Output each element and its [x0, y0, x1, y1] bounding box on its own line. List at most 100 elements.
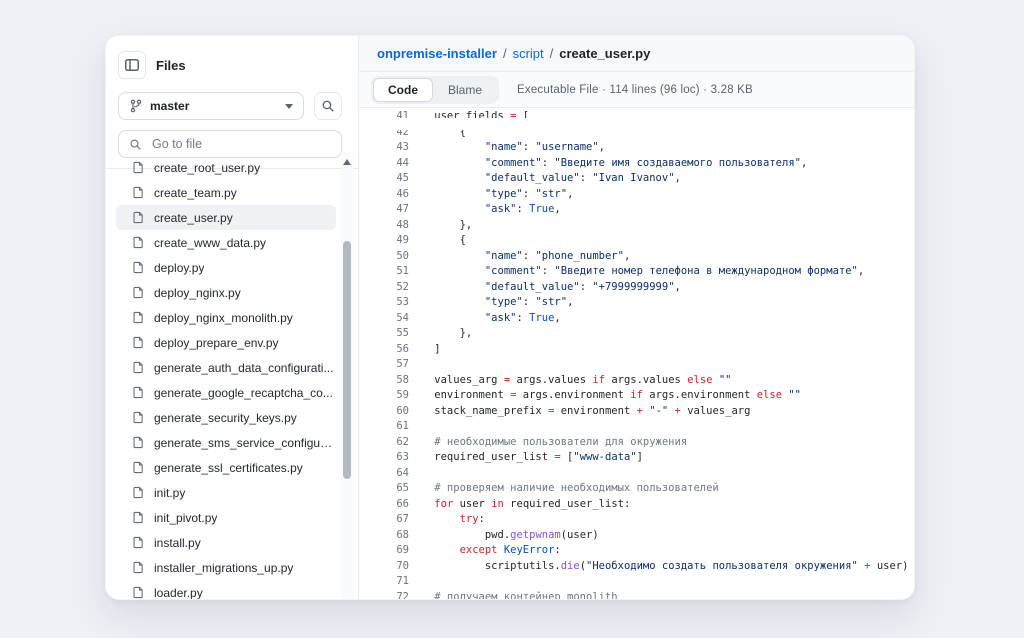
line-number[interactable]: 62 [359, 435, 409, 451]
file-item[interactable]: create_root_user.py [116, 155, 336, 180]
file-icon [132, 485, 145, 500]
breadcrumb-dir-link[interactable]: script [513, 46, 544, 61]
file-item[interactable]: create_www_data.py [116, 230, 336, 255]
repo-file-browser-window: Files master [105, 35, 915, 600]
goto-file-input[interactable] [150, 136, 331, 152]
line-number[interactable]: 52 [359, 280, 409, 296]
file-info: Executable File · 114 lines (96 loc) · 3… [517, 84, 753, 96]
search-icon [129, 138, 142, 151]
file-name: deploy_nginx_monolith.py [154, 311, 293, 325]
line-number[interactable]: 60 [359, 404, 409, 420]
sidebar-header: Files [106, 36, 358, 84]
file-item[interactable]: init.py [116, 480, 336, 505]
line-number[interactable]: 70 [359, 559, 409, 575]
file-item[interactable]: generate_ssl_certificates.py [116, 455, 336, 480]
file-item[interactable]: deploy.py [116, 255, 336, 280]
search-button[interactable] [314, 92, 342, 120]
line-content: "comment": "Введите номер телефона в меж… [409, 264, 864, 280]
code-line: 47 "ask": True, [359, 202, 914, 218]
code-line: 72 # получаем контейнер monolith [359, 590, 914, 600]
line-number[interactable]: 59 [359, 388, 409, 404]
line-content: "name": "username", [409, 140, 605, 156]
code-line: 68 pwd.getpwnam(user) [359, 528, 914, 544]
line-content: # получаем контейнер monolith [409, 590, 618, 600]
line-number[interactable]: 49 [359, 233, 409, 249]
file-item[interactable]: create_team.py [116, 180, 336, 205]
line-number[interactable]: 50 [359, 249, 409, 265]
line-content: environment = args.environment if args.e… [409, 388, 801, 404]
code-line: 55 }, [359, 326, 914, 342]
file-item[interactable]: generate_security_keys.py [116, 405, 336, 430]
line-number[interactable]: 67 [359, 512, 409, 528]
scrollbar-thumb[interactable] [343, 241, 351, 479]
file-item[interactable]: deploy_prepare_env.py [116, 330, 336, 355]
line-number[interactable]: 45 [359, 171, 409, 187]
line-number[interactable]: 58 [359, 373, 409, 389]
file-list-scrollbar[interactable] [341, 152, 353, 599]
breadcrumb-file-name: create_user.py [559, 46, 650, 61]
line-number[interactable]: 47 [359, 202, 409, 218]
file-item[interactable]: generate_google_recaptcha_co... [116, 380, 336, 405]
file-item[interactable]: create_user.py [116, 205, 336, 230]
line-number[interactable]: 46 [359, 187, 409, 203]
line-content: for user in required_user_list: [409, 497, 630, 513]
code-line: 61 [359, 419, 914, 435]
code-line: 65 # проверяем наличие необходимых польз… [359, 481, 914, 497]
file-name: create_www_data.py [154, 236, 266, 250]
tab-blame[interactable]: Blame [433, 78, 497, 102]
code-line: 44 "comment": "Введите имя создаваемого … [359, 156, 914, 172]
line-number[interactable]: 54 [359, 311, 409, 327]
code-line: 48 }, [359, 218, 914, 234]
file-list: create_root_user.pycreate_team.pycreate_… [106, 152, 340, 599]
file-name: deploy_prepare_env.py [154, 336, 279, 350]
chevron-down-icon [285, 104, 293, 109]
line-number[interactable]: 44 [359, 156, 409, 172]
line-number[interactable]: 48 [359, 218, 409, 234]
collapse-sidebar-button[interactable] [118, 51, 146, 79]
breadcrumb-repo-link[interactable]: onpremise-installer [377, 46, 497, 61]
file-item[interactable]: loader.py [116, 580, 336, 599]
file-icon [132, 260, 145, 275]
file-item[interactable]: install.py [116, 530, 336, 555]
file-icon [132, 235, 145, 250]
line-number[interactable]: 69 [359, 543, 409, 559]
line-number[interactable]: 57 [359, 357, 409, 373]
tab-code[interactable]: Code [373, 78, 433, 102]
file-item[interactable]: init_pivot.py [116, 505, 336, 530]
line-content: required_user_list = ["www-data"] [409, 450, 643, 466]
line-number[interactable]: 63 [359, 450, 409, 466]
line-number[interactable]: 72 [359, 590, 409, 600]
branch-name: master [150, 99, 189, 113]
scroll-up-arrow-icon[interactable] [343, 159, 351, 165]
code-line: 64 [359, 466, 914, 482]
file-item[interactable]: generate_sms_service_configura... [116, 430, 336, 455]
line-number[interactable]: 43 [359, 140, 409, 156]
branch-row: master [106, 84, 358, 120]
line-number[interactable]: 55 [359, 326, 409, 342]
code-line: 66 for user in required_user_list: [359, 497, 914, 513]
file-name: generate_ssl_certificates.py [154, 461, 303, 475]
line-number[interactable]: 61 [359, 419, 409, 435]
code-line: 43 "name": "username", [359, 140, 914, 156]
file-item[interactable]: generate_auth_data_configurati... [116, 355, 336, 380]
line-number[interactable]: 53 [359, 295, 409, 311]
file-name: install.py [154, 536, 201, 550]
file-item[interactable]: deploy_nginx.py [116, 280, 336, 305]
code-line: 70 scriptutils.die("Необходимо создать п… [359, 559, 914, 575]
line-number[interactable]: 66 [359, 497, 409, 513]
line-number[interactable]: 68 [359, 528, 409, 544]
line-number[interactable]: 56 [359, 342, 409, 358]
line-number[interactable]: 65 [359, 481, 409, 497]
file-item[interactable]: installer_migrations_up.py [116, 555, 336, 580]
branch-selector[interactable]: master [118, 92, 304, 120]
code-line: 52 "default_value": "+7999999999", [359, 280, 914, 296]
code-line: 49 { [359, 233, 914, 249]
line-number[interactable]: 51 [359, 264, 409, 280]
line-number[interactable]: 64 [359, 466, 409, 482]
line-content: }, [409, 218, 472, 234]
line-content: except KeyError: [409, 543, 561, 559]
line-number[interactable]: 71 [359, 574, 409, 590]
file-item[interactable]: deploy_nginx_monolith.py [116, 305, 336, 330]
breadcrumb-separator: / [503, 46, 507, 61]
file-icon [132, 310, 145, 325]
